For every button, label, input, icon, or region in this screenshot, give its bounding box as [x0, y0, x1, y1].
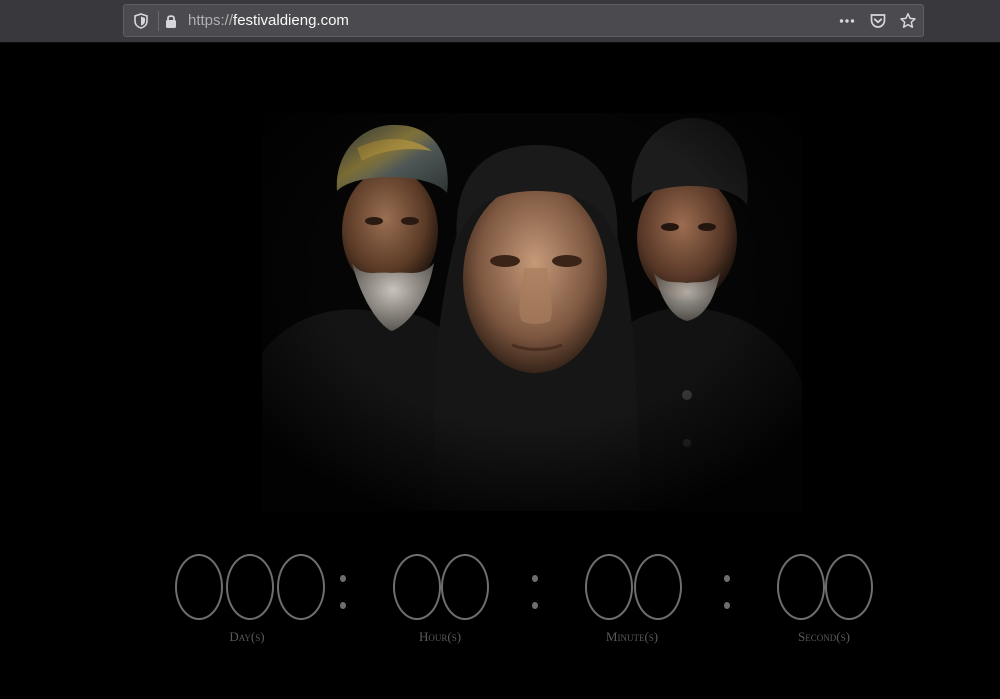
countdown-digit [825, 554, 873, 620]
countdown-digit [277, 554, 325, 620]
minutes-label: Minute(s) [605, 629, 659, 644]
shield-icon[interactable] [132, 12, 150, 30]
more-icon[interactable] [838, 12, 856, 30]
countdown-digit [393, 554, 441, 620]
countdown-separator [532, 575, 538, 609]
countdown-digit [777, 554, 825, 620]
hours-label: Hour(s) [418, 629, 462, 644]
seconds-label: Second(s) [798, 629, 850, 644]
lock-icon[interactable] [162, 12, 180, 30]
url-host: festivaldieng.com [233, 12, 349, 29]
urlbar-separator [158, 11, 159, 31]
countdown-digit [441, 554, 489, 620]
page-body: Day(s) Hour(s) Minute(s) Second(s) [0, 43, 1000, 699]
star-icon[interactable] [899, 12, 917, 30]
pocket-icon[interactable] [869, 12, 887, 30]
countdown-digit [634, 554, 682, 620]
days-label: Day(s) [229, 629, 265, 644]
url-text[interactable]: https://festivaldieng.com [188, 12, 349, 30]
countdown-separator [724, 575, 730, 609]
address-bar[interactable]: https://festivaldieng.com [123, 4, 924, 37]
countdown-timer: Day(s) Hour(s) Minute(s) Second(s) [0, 43, 1000, 699]
url-scheme: https:// [188, 12, 234, 29]
countdown-digit [585, 554, 633, 620]
countdown-separator [340, 575, 346, 609]
countdown-digit [226, 554, 274, 620]
countdown-digit [175, 554, 223, 620]
browser-toolbar: https://festivaldieng.com [0, 0, 1000, 43]
